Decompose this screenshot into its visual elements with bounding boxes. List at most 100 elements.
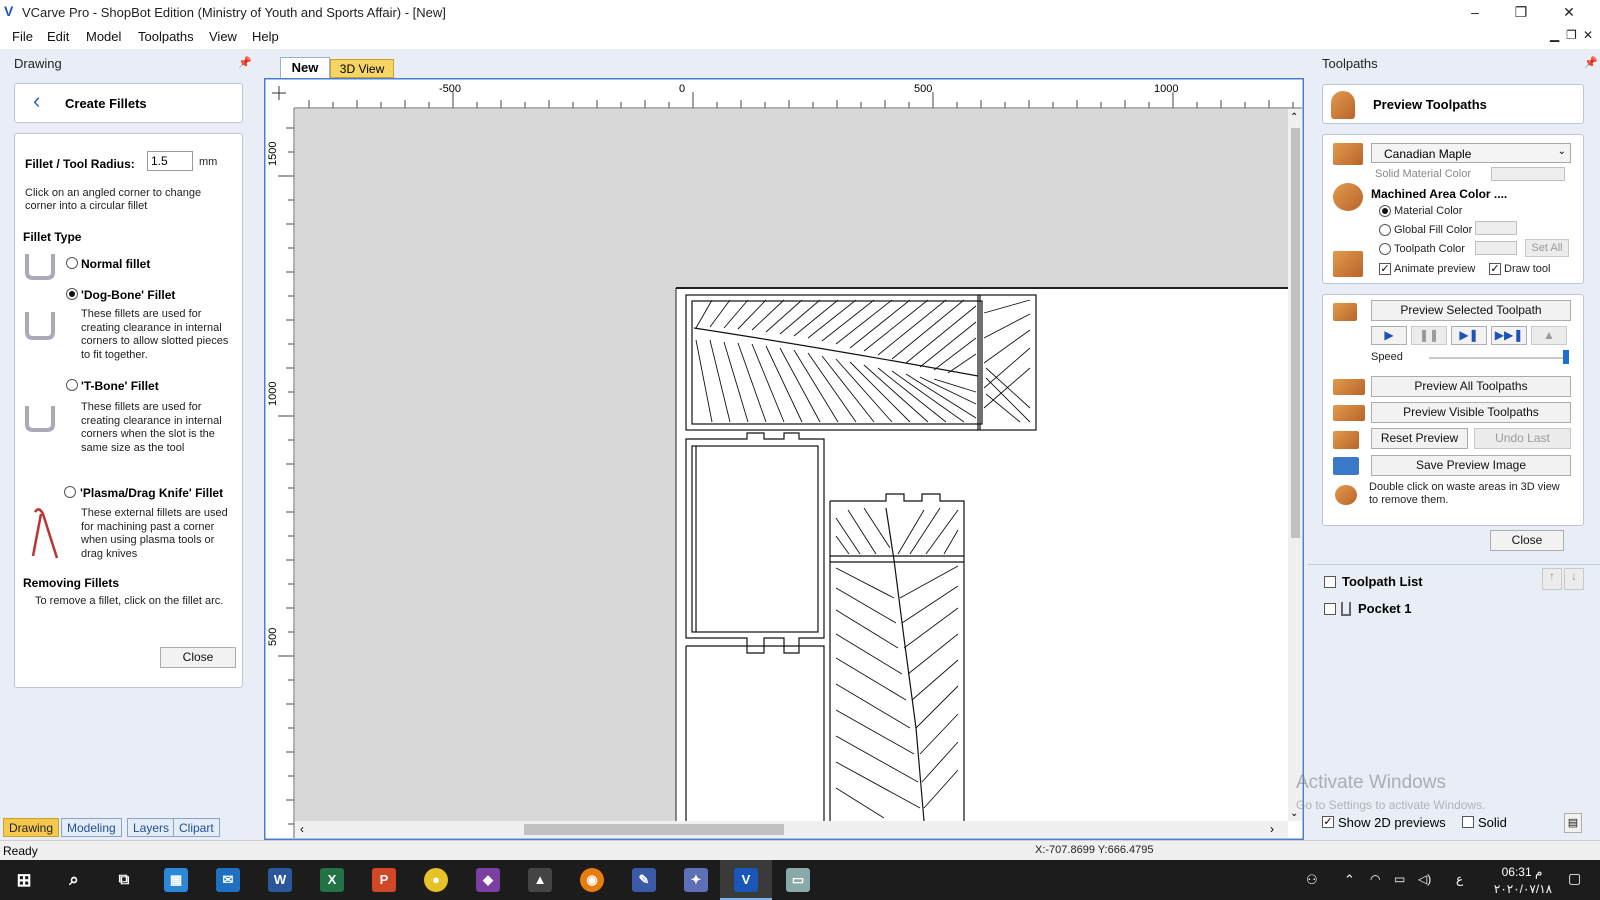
solid-color-picker[interactable] bbox=[1491, 167, 1565, 181]
tray-chevron-icon[interactable]: ⌃ bbox=[1344, 872, 1355, 888]
scroll-left-icon[interactable]: ‹ bbox=[300, 822, 304, 836]
move-down-icon[interactable]: ↓ bbox=[1564, 568, 1584, 590]
restore-button[interactable]: ❐ bbox=[1498, 0, 1544, 24]
clock-date[interactable]: ٢٠٢٠/٠٧/١٨ bbox=[1488, 882, 1558, 896]
tab-modeling[interactable]: Modeling bbox=[61, 818, 122, 837]
t-bone-fillet-label[interactable]: 'T-Bone' Fillet bbox=[81, 379, 159, 393]
draw-tool-checkbox[interactable]: ✓ bbox=[1489, 263, 1501, 275]
panel-title: Create Fillets bbox=[65, 96, 147, 111]
animate-preview-checkbox[interactable]: ✓ bbox=[1379, 263, 1391, 275]
volume-icon[interactable]: ◁) bbox=[1418, 872, 1431, 886]
chrome-icon[interactable]: ● bbox=[424, 868, 448, 892]
vertical-scroll-thumb[interactable] bbox=[1291, 128, 1300, 538]
stop-button[interactable]: ▲ bbox=[1531, 326, 1567, 345]
menu-file[interactable]: File bbox=[12, 29, 33, 44]
dog-bone-desc: These fillets are used for creating clea… bbox=[81, 308, 229, 361]
store-icon[interactable]: ▦ bbox=[164, 868, 188, 892]
notifications-icon[interactable]: ▢ bbox=[1568, 870, 1581, 887]
global-fill-color-picker[interactable] bbox=[1475, 221, 1517, 235]
toolpath-list-checkbox[interactable] bbox=[1324, 576, 1336, 588]
scroll-right-icon[interactable]: › bbox=[1270, 822, 1274, 836]
speed-slider-handle[interactable] bbox=[1563, 350, 1569, 364]
word-icon[interactable]: W bbox=[268, 868, 292, 892]
battery-icon[interactable]: ▭ bbox=[1394, 872, 1405, 886]
solid-checkbox[interactable] bbox=[1462, 816, 1474, 828]
tab-layers[interactable]: Layers bbox=[127, 818, 176, 837]
people-icon[interactable]: ⚇ bbox=[1306, 872, 1318, 888]
t-bone-fillet-radio[interactable] bbox=[66, 379, 78, 391]
step-button[interactable]: ▶❚ bbox=[1451, 326, 1487, 345]
ruler-label-1000-v: 1000 bbox=[267, 382, 279, 406]
menu-view[interactable]: View bbox=[209, 29, 237, 44]
pause-button[interactable]: ❚❚ bbox=[1411, 326, 1447, 345]
mdi-close-icon[interactable]: ✕ bbox=[1583, 28, 1593, 42]
app-icon-4[interactable]: ✦ bbox=[684, 868, 708, 892]
pin-icon[interactable]: 📌 bbox=[1584, 56, 1598, 69]
global-fill-color-radio[interactable] bbox=[1379, 224, 1391, 236]
close-window-button[interactable]: ✕ bbox=[1546, 0, 1592, 24]
dog-bone-fillet-label[interactable]: 'Dog-Bone' Fillet bbox=[81, 288, 175, 302]
minimize-button[interactable]: – bbox=[1452, 0, 1498, 24]
app-icon-5[interactable]: ▭ bbox=[786, 868, 810, 892]
toolpath-color-picker[interactable] bbox=[1475, 241, 1517, 255]
save-preview-image-button[interactable]: Save Preview Image bbox=[1371, 455, 1571, 476]
show-2d-previews-checkbox[interactable]: ✓ bbox=[1322, 816, 1334, 828]
menu-model[interactable]: Model bbox=[86, 29, 121, 44]
reset-preview-button[interactable]: Reset Preview bbox=[1371, 428, 1468, 449]
play-button[interactable]: ▶ bbox=[1371, 326, 1407, 345]
vcarve-icon[interactable]: V bbox=[734, 868, 758, 892]
horizontal-scroll-thumb[interactable] bbox=[524, 824, 784, 835]
plasma-fillet-label[interactable]: 'Plasma/Drag Knife' Fillet bbox=[80, 486, 223, 500]
tab-clipart[interactable]: Clipart bbox=[173, 818, 220, 837]
clock-time[interactable]: 06:31 م bbox=[1494, 865, 1550, 879]
normal-fillet-radio[interactable] bbox=[66, 257, 78, 269]
normal-fillet-label[interactable]: Normal fillet bbox=[81, 257, 150, 271]
app-icon-1[interactable]: ◆ bbox=[476, 868, 500, 892]
undo-last-button[interactable]: Undo Last bbox=[1474, 428, 1571, 449]
menu-toolpaths[interactable]: Toolpaths bbox=[138, 29, 194, 44]
mdi-restore-icon[interactable]: ❐ bbox=[1566, 28, 1577, 42]
toolpaths-panel-header: Toolpaths bbox=[1322, 56, 1378, 71]
panel-options-icon[interactable]: ▤ bbox=[1564, 813, 1582, 833]
menu-edit[interactable]: Edit bbox=[47, 29, 69, 44]
preview-visible-button[interactable]: Preview Visible Toolpaths bbox=[1371, 402, 1571, 423]
drawing-canvas[interactable]: -500 0 500 1000 1500 1000 500 ⌃ ⌄ ‹ › bbox=[264, 78, 1304, 840]
task-view-icon[interactable]: ⧉ bbox=[112, 868, 136, 892]
menu-help[interactable]: Help bbox=[252, 29, 279, 44]
back-arrow-icon[interactable]: ‹ bbox=[33, 90, 40, 112]
mdi-minimize-icon[interactable]: ▁ bbox=[1550, 28, 1559, 42]
left-close-button[interactable]: Close bbox=[160, 647, 236, 668]
tab-3d-view[interactable]: 3D View bbox=[330, 59, 394, 78]
preview-selected-button[interactable]: Preview Selected Toolpath bbox=[1371, 300, 1571, 321]
tab-new[interactable]: New bbox=[280, 57, 330, 78]
status-bar: Ready X:-707.8699 Y:666.4795 bbox=[0, 840, 1600, 860]
dog-bone-fillet-radio[interactable] bbox=[66, 288, 78, 300]
excel-icon[interactable]: X bbox=[320, 868, 344, 892]
right-close-button[interactable]: Close bbox=[1490, 530, 1564, 551]
language-indicator[interactable]: ع bbox=[1456, 872, 1463, 886]
plasma-fillet-radio[interactable] bbox=[64, 486, 76, 498]
windows-start-icon[interactable]: ⊞ bbox=[12, 868, 36, 892]
toolpath-color-radio[interactable] bbox=[1379, 243, 1391, 255]
speed-slider-track[interactable] bbox=[1429, 357, 1569, 359]
preview-all-button[interactable]: Preview All Toolpaths bbox=[1371, 376, 1571, 397]
scroll-up-icon[interactable]: ⌃ bbox=[1290, 112, 1298, 123]
app-icon-3[interactable]: ✎ bbox=[632, 868, 656, 892]
set-all-button[interactable]: Set All bbox=[1525, 239, 1569, 257]
powerpoint-icon[interactable]: P bbox=[372, 868, 396, 892]
radius-input[interactable] bbox=[147, 151, 193, 171]
pocket-1-checkbox[interactable] bbox=[1324, 603, 1336, 615]
search-icon[interactable]: ⌕ bbox=[62, 868, 86, 892]
tab-drawing[interactable]: Drawing bbox=[3, 818, 60, 837]
app-icon-2[interactable]: ▲ bbox=[528, 868, 552, 892]
wifi-icon[interactable]: ◠ bbox=[1370, 872, 1380, 886]
move-up-icon[interactable]: ↑ bbox=[1542, 568, 1562, 590]
blender-icon[interactable]: ◉ bbox=[580, 868, 604, 892]
material-color-radio[interactable] bbox=[1379, 205, 1391, 217]
pin-icon[interactable]: 📌 bbox=[238, 56, 252, 69]
toolpath-item[interactable]: Pocket 1 bbox=[1358, 601, 1411, 616]
skip-end-button[interactable]: ▶▶❚ bbox=[1491, 326, 1527, 345]
mail-icon[interactable]: ✉ bbox=[216, 868, 240, 892]
horizontal-scrollbar[interactable] bbox=[295, 821, 1288, 838]
material-select[interactable]: Canadian Maple ⌄ bbox=[1371, 143, 1571, 163]
